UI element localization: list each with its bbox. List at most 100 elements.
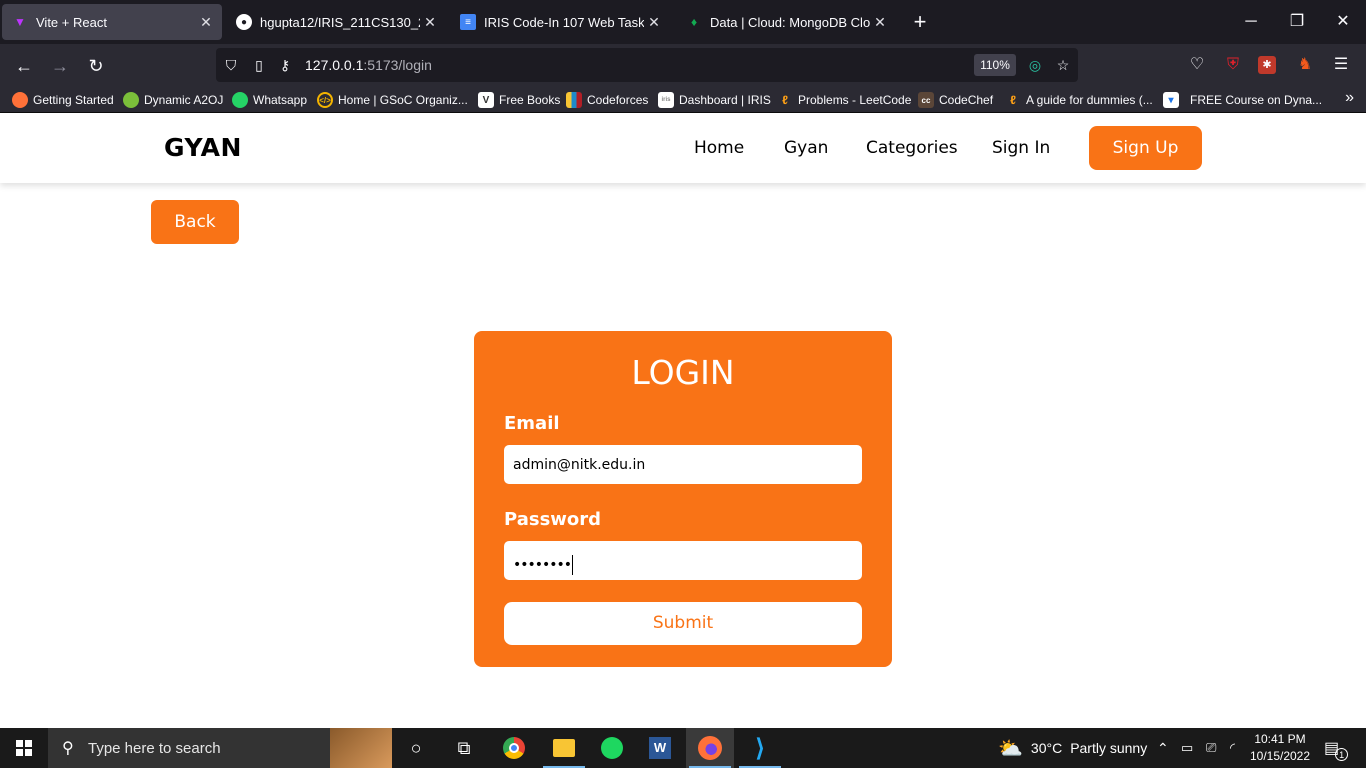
spotify-icon[interactable] [588,728,636,768]
brand-logo[interactable]: GYAN [164,133,242,162]
bookmark-item[interactable]: ℓ Problems - LeetCode [777,90,911,110]
clock-time: 10:41 PM [1254,732,1306,746]
nav-home[interactable]: Home [694,138,744,158]
file-explorer-icon[interactable] [540,728,588,768]
search-icon: ⚲ [62,740,74,757]
task-view-icon[interactable]: ⧉ [440,728,488,768]
close-tab-icon[interactable]: ✕ [420,14,440,31]
submit-button[interactable]: Submit [504,602,862,645]
clock[interactable]: 10:41 PM 10/15/2022 [1248,731,1312,765]
close-tab-icon[interactable]: ✕ [870,14,890,31]
page-icon[interactable]: ▯ [250,56,268,74]
reload-icon[interactable]: ↻ [82,52,110,80]
bookmark-item[interactable]: iris Dashboard | IRIS [658,90,771,110]
forward-arrow-icon[interactable]: → [46,52,74,80]
firefox-icon [12,92,28,108]
pocket-icon[interactable]: ♡ [1186,54,1208,76]
bookmark-item[interactable]: Dynamic A2OJ [123,90,223,110]
key-icon[interactable]: ⚷ [276,56,294,74]
back-arrow-icon[interactable]: ← [10,52,38,80]
chess-knight-icon[interactable]: ♞ [1294,54,1316,76]
weather-desc: Partly sunny [1070,740,1148,756]
menu-icon[interactable]: ☰ [1330,54,1352,76]
wifi-icon[interactable]: ◜ [1230,728,1235,768]
chrome-icon[interactable] [490,728,538,768]
nav-categories[interactable]: Categories [866,138,958,158]
bookmark-item[interactable]: ℓA guide for dummies (... [1005,90,1153,110]
bookmark-item[interactable]: Whatsapp [232,90,307,110]
login-title: LOGIN [631,353,735,392]
minimize-button[interactable]: ─ [1228,8,1274,36]
clock-date: 10/15/2022 [1249,749,1311,763]
close-tab-icon[interactable]: ✕ [644,14,664,31]
site-header: GYAN Home Gyan Categories Sign In Sign U… [0,113,1366,183]
lock-extension-icon[interactable]: ⛨ [1222,54,1244,76]
close-tab-icon[interactable]: ✕ [196,14,216,31]
zoom-level-badge[interactable]: 110% [974,54,1016,76]
firefox-taskbar-icon[interactable] [686,728,734,768]
iris-icon: iris [658,92,674,108]
tab-github[interactable]: ● hgupta12/IRIS_211CS130_2_MER ✕ [226,4,446,40]
tab-google-docs[interactable]: ≡ IRIS Code-In 107 Web Tasks - Go ✕ [450,4,670,40]
vite-icon: ▼ [14,15,26,29]
codeforces-icon [566,92,582,108]
whatsapp-icon [232,92,248,108]
extension-icon[interactable]: ✱ [1258,56,1276,74]
text-caret [572,555,574,575]
cortana-icon[interactable]: ○ [392,728,440,768]
windows-logo-icon [16,740,32,756]
codechef-icon: cc [918,92,934,108]
google-docs-icon: ≡ [460,14,476,30]
leetcode-icon: ℓ [782,93,788,107]
a2oj-icon [123,92,139,108]
url-bar[interactable]: ⛉ ▯ ⚷ 127.0.0.1:5173/login 110% ◎ ☆ [216,48,1078,82]
email-label: Email [504,413,560,434]
vk-icon: V [478,92,494,108]
restore-button[interactable]: ❐ [1274,8,1320,36]
tab-title: IRIS Code-In 107 Web Tasks - Go [484,14,644,30]
nav-sign-in[interactable]: Sign In [992,138,1050,158]
shield-icon[interactable]: ⛉ [222,56,240,74]
url-text[interactable]: 127.0.0.1:5173/login [305,57,432,73]
bookmark-item[interactable]: Codeforces [566,90,648,110]
back-button[interactable]: Back [151,200,239,244]
bookmark-item[interactable]: cc CodeChef [918,90,993,110]
word-icon[interactable]: W [636,728,684,768]
new-tab-button[interactable]: + [908,10,932,34]
notification-center-icon[interactable]: ▤ 1 [1324,728,1349,768]
notification-count: 1 [1335,747,1349,761]
taskbar-search[interactable]: ⚲ Type here to search [48,728,392,768]
weather-temp: 30°C [1030,740,1063,756]
tab-vite-react[interactable]: ▼ Vite + React ✕ [2,4,222,40]
browser-tab-bar: ▼ Vite + React ✕ ● hgupta12/IRIS_211CS13… [0,0,1366,44]
bookmark-item[interactable]: V Free Books [478,90,560,110]
password-value: •••••••• [513,555,574,575]
bookmarks-overflow-icon[interactable]: » [1345,89,1354,107]
mongodb-icon: ♦ [690,15,698,29]
battery-icon[interactable]: ▭ [1181,728,1193,768]
tab-mongodb[interactable]: ♦ Data | Cloud: MongoDB Cloud ✕ [676,4,896,40]
tab-title: hgupta12/IRIS_211CS130_2_MER [260,14,420,30]
course-icon: ▾ [1163,92,1179,108]
show-hidden-icons[interactable]: ⌃ [1157,728,1169,768]
search-placeholder: Type here to search [88,740,221,757]
email-field[interactable] [504,445,862,484]
bookmark-item[interactable]: </> Home | GSoC Organiz... [317,90,468,110]
extension-target-icon[interactable]: ◎ [1026,56,1044,74]
sign-up-button[interactable]: Sign Up [1089,126,1202,170]
tab-title: Vite + React [36,14,107,30]
leetcode-icon: ℓ [1010,93,1016,107]
meet-now-icon[interactable]: ⎚ [1206,728,1216,768]
weather-widget[interactable]: ⛅ 30°C Partly sunny [998,728,1147,768]
browser-toolbar: ← → ↻ ⛉ ▯ ⚷ 127.0.0.1:5173/login 110% ◎ … [0,44,1366,86]
vscode-icon[interactable]: ⟩ [736,728,784,768]
close-window-button[interactable]: ✕ [1320,8,1366,36]
start-button[interactable] [0,728,48,768]
bookmark-item[interactable]: ▾ FREE Course on Dyna... [1163,90,1322,110]
search-highlight-image [330,728,392,768]
nav-gyan[interactable]: Gyan [784,138,828,158]
partly-sunny-icon: ⛅ [998,737,1023,760]
github-icon: ● [236,14,252,30]
bookmark-star-icon[interactable]: ☆ [1054,56,1072,74]
bookmark-item[interactable]: Getting Started [12,90,114,110]
